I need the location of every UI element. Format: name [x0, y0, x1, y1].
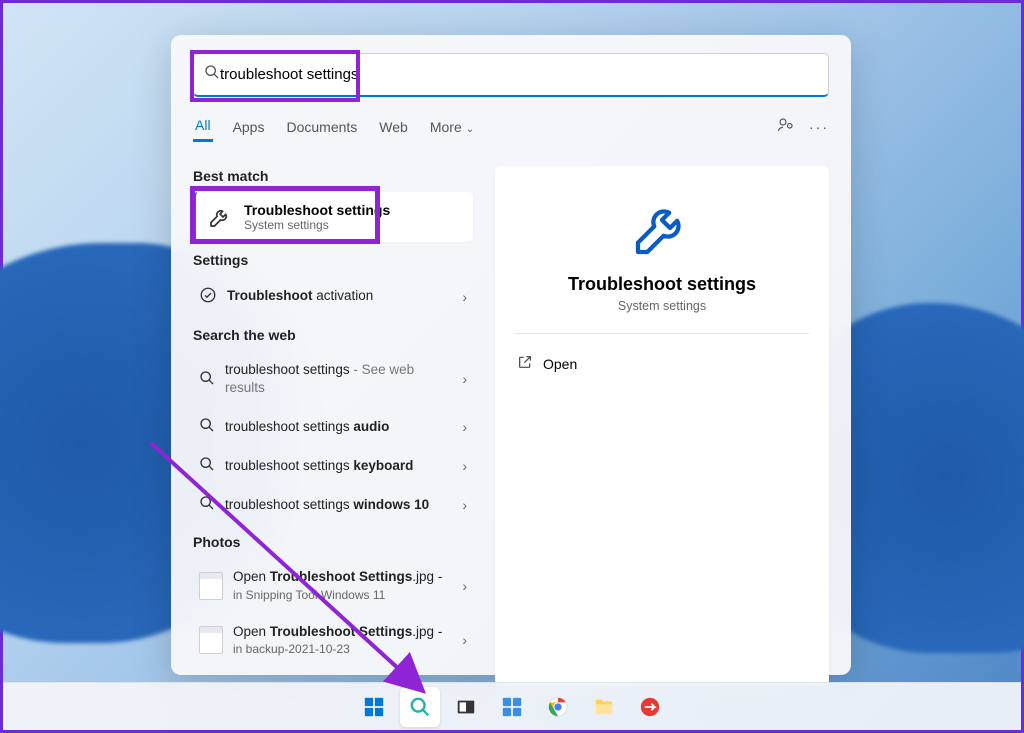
web-result[interactable]: troubleshoot settings windows 10 › — [193, 485, 473, 524]
section-search-web: Search the web — [193, 317, 473, 351]
open-label: Open — [543, 356, 577, 372]
section-photos: Photos — [193, 524, 473, 558]
best-match-result[interactable]: Troubleshoot settings System settings — [193, 192, 473, 242]
chevron-right-icon: › — [462, 419, 467, 435]
chevron-right-icon: › — [462, 578, 467, 594]
chrome-icon[interactable] — [538, 687, 578, 727]
best-match-subtitle: System settings — [244, 218, 390, 232]
open-icon — [517, 354, 533, 373]
photo-result[interactable]: Open Troubleshoot Settings.jpg - in back… — [193, 613, 473, 667]
web-result[interactable]: troubleshoot settings - See web results … — [193, 351, 473, 407]
more-options-icon[interactable]: ··· — [809, 119, 829, 135]
account-icon[interactable] — [777, 116, 795, 137]
tab-all[interactable]: All — [193, 111, 213, 142]
search-icon — [204, 64, 220, 85]
tab-web[interactable]: Web — [377, 113, 410, 141]
wrench-icon — [206, 203, 234, 231]
divider — [515, 333, 809, 334]
start-button[interactable] — [354, 687, 394, 727]
search-icon — [199, 370, 215, 389]
preview-subtitle: System settings — [515, 299, 809, 313]
web-result[interactable]: troubleshoot settings audio › — [193, 407, 473, 446]
preview-title: Troubleshoot settings — [515, 274, 809, 295]
image-thumbnail-icon — [199, 572, 223, 600]
check-icon — [199, 286, 217, 307]
photo-result[interactable]: Open Troubleshoot Settings.jpg - in Snip… — [193, 558, 473, 612]
task-view-button[interactable] — [446, 687, 486, 727]
wrench-icon — [515, 196, 809, 260]
start-search-panel: All Apps Documents Web More⌄ ··· Best ma… — [171, 35, 851, 675]
tab-more[interactable]: More⌄ — [428, 113, 476, 141]
search-button[interactable] — [400, 687, 440, 727]
chevron-right-icon: › — [462, 458, 467, 474]
chevron-right-icon: › — [462, 371, 467, 387]
search-input[interactable] — [220, 66, 818, 83]
search-icon — [199, 417, 215, 436]
chevron-right-icon: › — [462, 289, 467, 305]
widgets-button[interactable] — [492, 687, 532, 727]
section-best-match: Best match — [193, 158, 473, 192]
chevron-right-icon: › — [462, 632, 467, 648]
search-icon — [199, 456, 215, 475]
tab-documents[interactable]: Documents — [284, 113, 359, 141]
settings-result-troubleshoot-activation[interactable]: Troubleshoot activation › — [193, 276, 473, 317]
preview-pane: Troubleshoot settings System settings Op… — [495, 166, 829, 686]
chevron-down-icon: ⌄ — [466, 124, 474, 135]
web-result[interactable]: troubleshoot settings keyboard › — [193, 446, 473, 485]
search-icon — [199, 495, 215, 514]
best-match-title: Troubleshoot settings — [244, 202, 390, 218]
image-thumbnail-icon — [199, 626, 223, 654]
app-icon[interactable] — [630, 687, 670, 727]
filter-tabs: All Apps Documents Web More⌄ ··· — [171, 111, 851, 142]
file-explorer-icon[interactable] — [584, 687, 624, 727]
taskbar — [3, 682, 1021, 730]
chevron-right-icon: › — [462, 497, 467, 513]
open-action[interactable]: Open — [515, 348, 809, 379]
tab-apps[interactable]: Apps — [231, 113, 267, 141]
results-column: Best match Troubleshoot settings System … — [171, 158, 481, 680]
section-settings: Settings — [193, 242, 473, 276]
search-box[interactable] — [193, 53, 829, 97]
